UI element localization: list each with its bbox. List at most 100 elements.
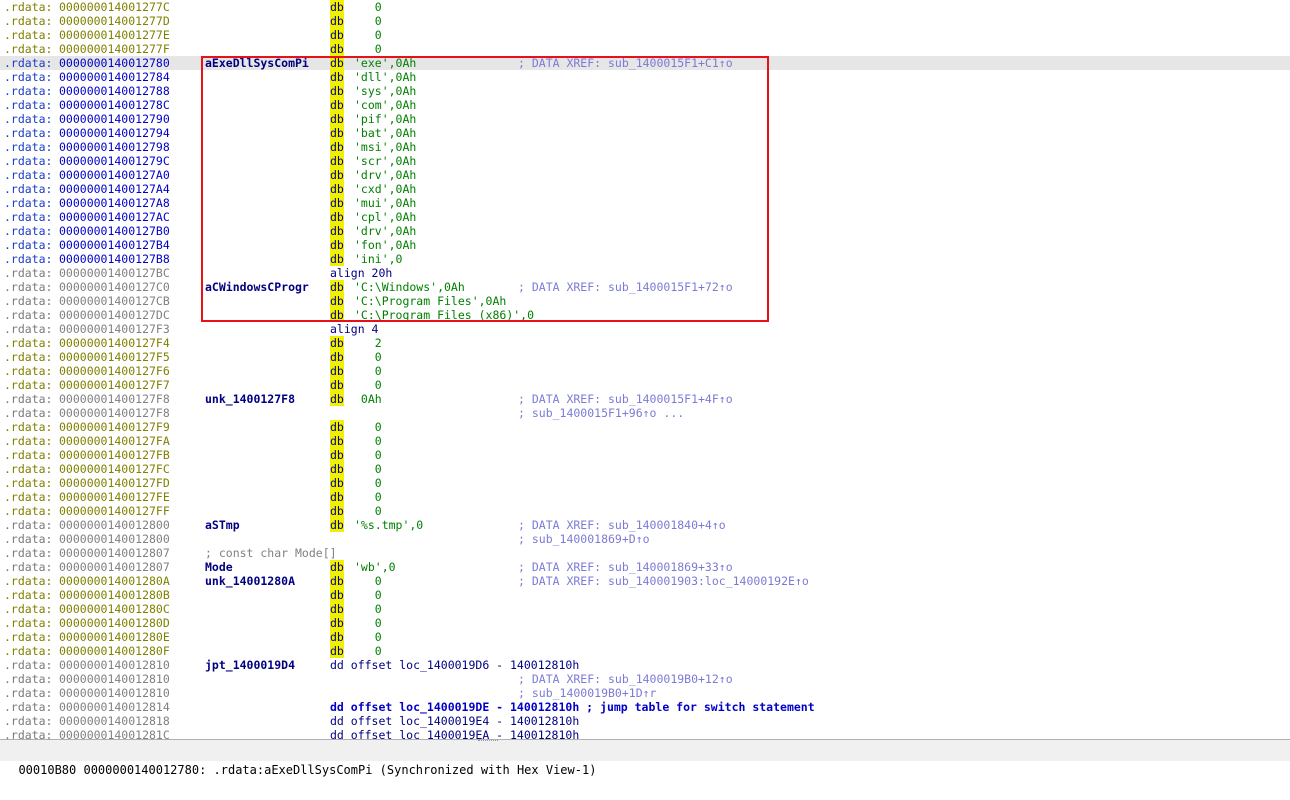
listing-row[interactable]: .rdata: 00000001400127A4 db 'cxd',0Ah [0, 182, 1290, 196]
mnemonic[interactable]: db [330, 476, 344, 490]
listing-row[interactable]: .rdata: 000000014001277F db 0 [0, 42, 1290, 56]
listing-row[interactable]: .rdata: 000000014001277D db 0 [0, 14, 1290, 28]
listing-row[interactable]: .rdata: 0000000140012800 ; sub_140001869+D… [0, 532, 1290, 546]
listing-row[interactable]: .rdata: 0000000140012798 db 'msi',0Ah [0, 140, 1290, 154]
operand[interactable]: 'C:\Windows',0Ah [354, 280, 465, 294]
listing-row[interactable]: .rdata: 000000014001280D db 0 [0, 616, 1290, 630]
address[interactable]: 000000014001281C [59, 728, 170, 739]
operand[interactable]: 'sys',0Ah [354, 84, 416, 98]
xref-comment[interactable]: ; DATA XREF: sub_140001869+33↑o [518, 560, 733, 574]
mnemonic[interactable]: dd offset loc_1400019EA - 140012810h [330, 728, 579, 739]
address[interactable]: 00000001400127F3 [59, 322, 170, 336]
mnemonic[interactable]: db [330, 588, 344, 602]
address[interactable]: 00000001400127A4 [59, 182, 170, 196]
listing-row[interactable]: .rdata: 0000000140012818 dd offset loc_140… [0, 714, 1290, 728]
mnemonic[interactable]: db [330, 280, 344, 294]
operand[interactable]: 0 [354, 364, 382, 378]
listing-row[interactable]: .rdata: 000000014001277C db 0 [0, 0, 1290, 14]
listing-row[interactable]: .rdata: 0000000140012810 ; sub_1400019B0+1… [0, 686, 1290, 700]
mnemonic[interactable]: db [330, 84, 344, 98]
xref-comment[interactable]: ; DATA XREF: sub_140001840+4↑o [518, 518, 726, 532]
mnemonic[interactable]: db [330, 350, 344, 364]
mnemonic[interactable]: db [330, 308, 344, 322]
listing-row[interactable]: .rdata: 00000001400127F8 unk_1400127F8 db 0… [0, 392, 1290, 406]
address[interactable]: 0000000140012818 [59, 714, 170, 728]
mnemonic[interactable]: db [330, 238, 344, 252]
address[interactable]: 000000014001280B [59, 588, 170, 602]
symbol-name[interactable]: aExeDllSysComPi [205, 56, 309, 70]
listing-row[interactable]: .rdata: 0000000140012810 ; DATA XREF: sub_… [0, 672, 1290, 686]
mnemonic[interactable]: dd offset loc_1400019DE - 140012810h ; j… [330, 700, 815, 714]
mnemonic[interactable]: db [330, 518, 344, 532]
listing-row[interactable]: .rdata: 0000000140012784 db 'dll',0Ah [0, 70, 1290, 84]
disassembly-listing[interactable]: .rdata: 000000014001277C db 0 .rdata: 000000… [0, 0, 1290, 739]
symbol-name[interactable]: aCWindowsCProgr [205, 280, 309, 294]
operand[interactable]: 'wb',0 [354, 560, 396, 574]
listing-row[interactable]: .rdata: 000000014001280C db 0 [0, 602, 1290, 616]
operand[interactable]: 0 [354, 14, 382, 28]
listing-row[interactable]: .rdata: 00000001400127A8 db 'mui',0Ah [0, 196, 1290, 210]
listing-row[interactable]: .rdata: 00000001400127F8 ; sub_1400015F1+9… [0, 406, 1290, 420]
operand[interactable]: 'fon',0Ah [354, 238, 416, 252]
operand[interactable]: 0 [354, 448, 382, 462]
address[interactable]: 0000000140012794 [59, 126, 170, 140]
address[interactable]: 0000000140012807 [59, 560, 170, 574]
operand[interactable]: 'pif',0Ah [354, 112, 416, 126]
address[interactable]: 00000001400127F8 [59, 406, 170, 420]
resize-grip-icon[interactable] [478, 740, 498, 744]
operand[interactable]: 0 [354, 490, 382, 504]
symbol-name[interactable]: Mode [205, 560, 233, 574]
listing-row[interactable]: .rdata: 00000001400127DC db 'C:\Program Fil… [0, 308, 1290, 322]
symbol-name[interactable]: jpt_1400019D4 [205, 658, 295, 672]
operand[interactable]: 0 [354, 574, 382, 588]
listing-row[interactable]: .rdata: 00000001400127F5 db 0 [0, 350, 1290, 364]
address[interactable]: 0000000140012790 [59, 112, 170, 126]
address[interactable]: 00000001400127FF [59, 504, 170, 518]
operand[interactable]: 'cxd',0Ah [354, 182, 416, 196]
listing-row[interactable]: .rdata: 00000001400127BC align 20h [0, 266, 1290, 280]
address[interactable]: 00000001400127FE [59, 490, 170, 504]
address[interactable]: 00000001400127C0 [59, 280, 170, 294]
operand[interactable]: 'drv',0Ah [354, 224, 416, 238]
mnemonic[interactable]: db [330, 434, 344, 448]
listing-row[interactable]: .rdata: 000000014001280E db 0 [0, 630, 1290, 644]
listing-row[interactable]: .rdata: 00000001400127FB db 0 [0, 448, 1290, 462]
operand[interactable]: 0 [354, 28, 382, 42]
address[interactable]: 000000014001277E [59, 28, 170, 42]
listing-row[interactable]: .rdata: 00000001400127F7 db 0 [0, 378, 1290, 392]
operand[interactable]: 'C:\Program Files',0Ah [354, 294, 506, 308]
listing-row[interactable]: .rdata: 00000001400127F4 db 2 [0, 336, 1290, 350]
address[interactable]: 00000001400127FC [59, 462, 170, 476]
operand[interactable]: 0 [354, 602, 382, 616]
address[interactable]: 00000001400127A0 [59, 168, 170, 182]
mnemonic[interactable]: db [330, 616, 344, 630]
address[interactable]: 0000000140012807 [59, 546, 170, 560]
operand[interactable]: 0 [354, 462, 382, 476]
address[interactable]: 0000000140012800 [59, 518, 170, 532]
address[interactable]: 00000001400127FB [59, 448, 170, 462]
xref-comment[interactable]: ; DATA XREF: sub_1400015F1+4F↑o [518, 392, 733, 406]
listing-row[interactable]: .rdata: 000000014001280B db 0 [0, 588, 1290, 602]
address[interactable]: 00000001400127AC [59, 210, 170, 224]
address[interactable]: 00000001400127F5 [59, 350, 170, 364]
operand[interactable]: 0 [354, 378, 382, 392]
address[interactable]: 0000000140012814 [59, 700, 170, 714]
mnemonic[interactable]: db [330, 644, 344, 658]
mnemonic[interactable]: db [330, 574, 344, 588]
listing-row[interactable]: .rdata: 00000001400127F3 align 4 [0, 322, 1290, 336]
mnemonic[interactable]: db [330, 364, 344, 378]
address[interactable]: 00000001400127B8 [59, 252, 170, 266]
address[interactable]: 000000014001277C [59, 0, 170, 14]
address[interactable]: 00000001400127B0 [59, 224, 170, 238]
listing-row[interactable]: .rdata: 00000001400127C0 aCWindowsCProgr db… [0, 280, 1290, 294]
mnemonic[interactable]: db [330, 112, 344, 126]
address[interactable]: 0000000140012784 [59, 70, 170, 84]
listing-row[interactable]: .rdata: 0000000140012788 db 'sys',0Ah [0, 84, 1290, 98]
operand[interactable]: 'ini',0 [354, 252, 402, 266]
listing-row[interactable]: .rdata: 0000000140012790 db 'pif',0Ah [0, 112, 1290, 126]
listing-row[interactable]: .rdata: 00000001400127FE db 0 [0, 490, 1290, 504]
listing-row[interactable]: .rdata: 000000014001280F db 0 [0, 644, 1290, 658]
xref-comment[interactable]: ; sub_1400015F1+96↑o ... [518, 406, 684, 420]
operand[interactable]: 0 [354, 434, 382, 448]
listing-row[interactable]: .rdata: 00000001400127A0 db 'drv',0Ah [0, 168, 1290, 182]
